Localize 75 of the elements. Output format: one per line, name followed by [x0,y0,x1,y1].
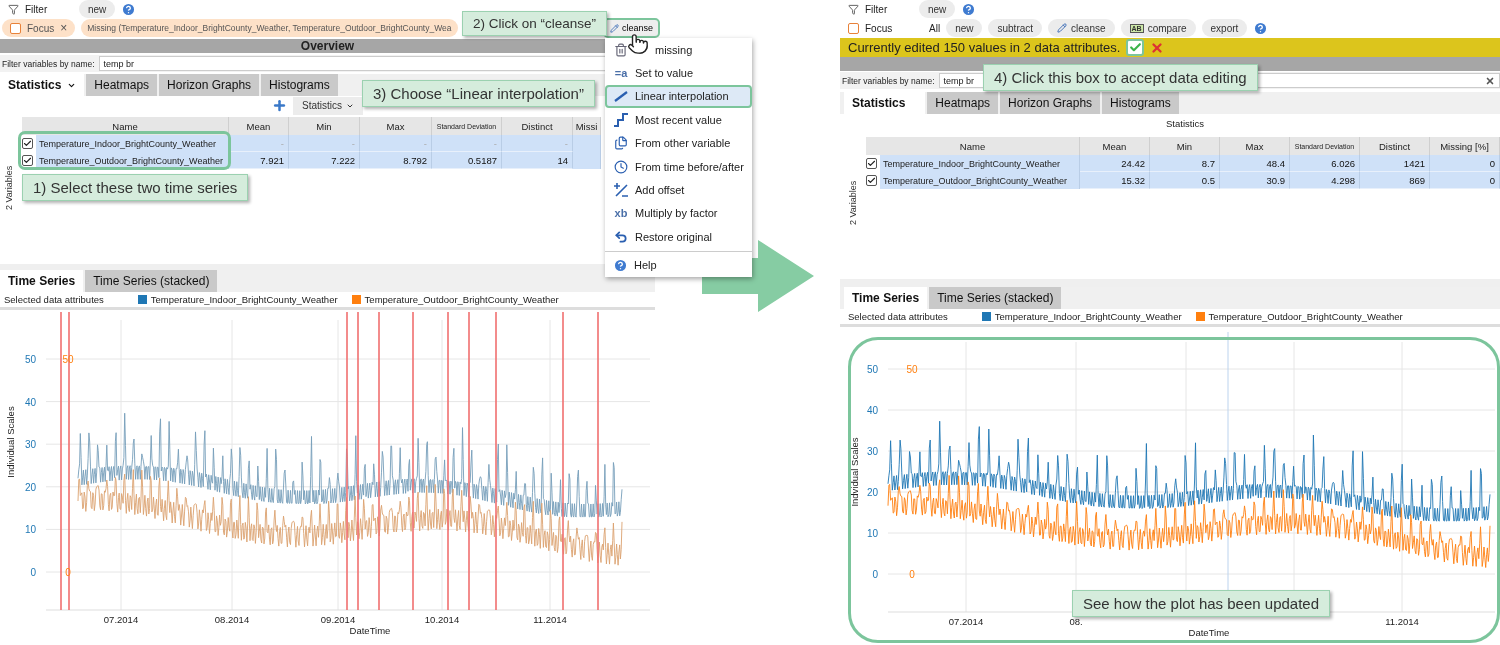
table-cell: - [502,135,573,152]
y-tick-label: 50 [24,354,36,365]
table-cell: Temperature_Indoor_BrightCounty_Weather [36,135,229,152]
x-tick-label: 11.2014 [1385,616,1419,627]
y-tick-label: 10 [24,524,36,536]
table-cell: 14 [502,152,573,169]
y-tick-label: 50 [906,364,918,375]
legend-item: Temperature_Indoor_BrightCounty_Weather [994,311,1182,322]
axis-title: DateTime [349,625,391,636]
field-label: Filter variables by name: [842,75,935,86]
table-cell: 869 [1360,172,1430,189]
table-cell: 7.222 [289,152,360,169]
focus-label: Focus [27,22,55,34]
table-cell: - [289,135,360,152]
y-tick-label: 0 [30,567,36,578]
y-tick-label: 30 [24,439,36,451]
glyph-icon: xb [613,205,629,222]
table-cell: 24.42 [1080,155,1150,172]
table-cell: - [229,135,289,152]
y-tick-label: 0 [872,569,878,580]
table-cell: 0 [1430,172,1500,189]
table-cell: 6.026 [1290,155,1360,172]
y-tick-label: 0 [65,567,71,578]
axis-title: DateTime [1188,627,1230,638]
table-cell: 15.32 [1080,172,1150,189]
legend-label: Selected data attributes [848,311,948,322]
x-tick-label: 11.2014 [533,614,567,625]
table-title: Statistics [1165,117,1204,129]
y-tick-label: 0 [909,569,915,580]
axis-title: Individual Scales [5,406,16,478]
axis-title: Indvidual Scales [849,437,860,507]
y-tick-label: 30 [866,446,878,457]
hint-tooltip: 3) Choose “Linear interpolation” [362,80,595,107]
x-tick-label: 07.2014 [948,616,984,627]
table-cell: 4.298 [1290,172,1360,189]
y-tick-label: 40 [24,396,36,408]
table-cell: 0.5 [1150,172,1220,189]
table-cell: Temperature_Outdoor_BrightCounty_Weather [880,172,1080,189]
focus-label: Focus [865,22,894,34]
y-tick-label: 10 [866,528,878,539]
table-cell: 1421 [1360,155,1430,172]
x-tick-label: 08.2014 [214,614,250,625]
side-label: 2 Variables [848,180,858,225]
table-cell: 8.7 [1150,155,1220,172]
y-tick-label: 50 [866,364,878,375]
side-label: 2 Variables [4,165,14,210]
table-cell: 8.792 [360,152,432,169]
table-cell: 0 [1430,155,1500,172]
x-tick-label: 08. [1069,616,1083,627]
table-cell: - [360,135,432,152]
y-tick-label: 40 [866,405,878,416]
table-cell: 30.9 [1220,172,1290,189]
legend-item: Temperature_Outdoor_BrightCounty_Weather [1208,311,1403,322]
edit-message: Currently edited 150 values in 2 data attributes. [848,40,1121,55]
y-tick-label: 50 [62,354,74,365]
x-tick-label: 09.2014 [320,614,356,625]
hint-tooltip: See how the plot has been updated [1072,590,1331,617]
x-tick-label: 10.2014 [424,614,460,625]
table-cell: - [432,135,502,152]
y-tick-label: 20 [866,487,878,498]
legend-label: Selected data attributes [4,294,104,305]
hint-tooltip: 1) Select these two time series [22,174,249,201]
y-tick-label: 20 [24,481,36,493]
table-cell: 0.5187 [432,152,502,169]
hint-tooltip: 2) Click on “cleanse” [462,11,608,36]
filter-label: Filter [25,3,49,15]
legend-item: Temperature_Indoor_BrightCounty_Weather [150,294,338,305]
table-cell: 7.921 [229,152,289,169]
filter-label: Filter [865,3,889,15]
table-cell: 48.4 [1220,155,1290,172]
legend-item: Temperature_Outdoor_BrightCounty_Weather [364,294,559,305]
field-label: Filter variables by name: [2,58,95,69]
x-tick-label: 07.2014 [103,614,139,625]
hint-tooltip: 4) Click this box to accept data editing [983,64,1258,91]
table-cell: Temperature_Indoor_BrightCounty_Weather [880,155,1080,172]
